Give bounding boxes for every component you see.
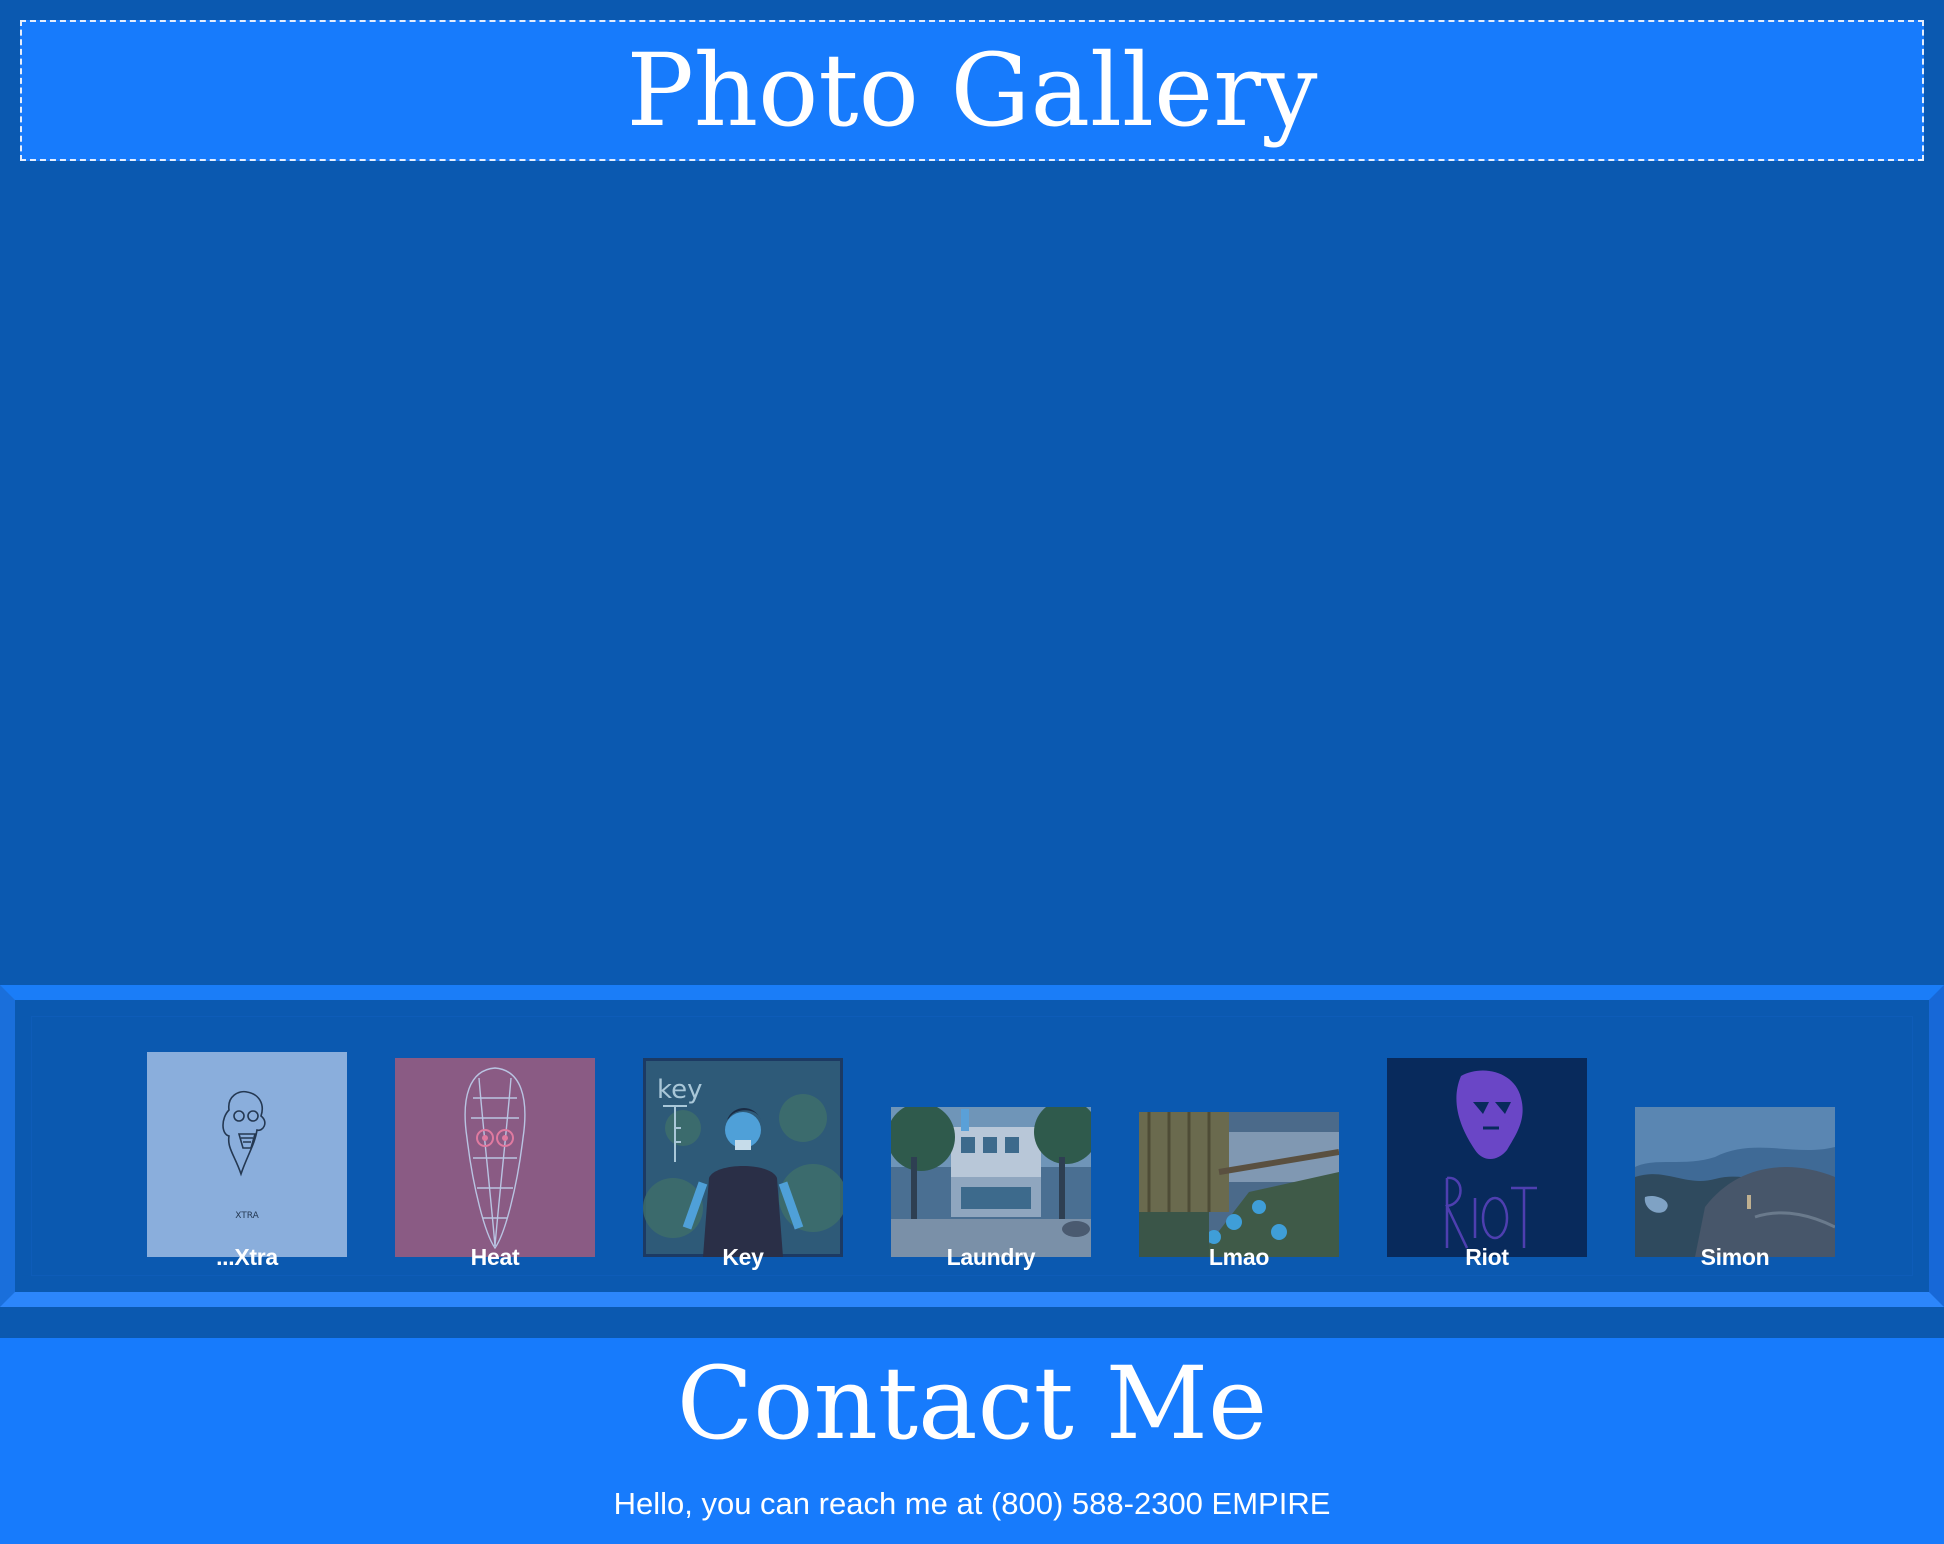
thumbnail-caption: Lmao <box>1208 1244 1270 1270</box>
thumbnail-xtra[interactable]: XTRA ...Xtra <box>147 1035 347 1275</box>
contact-text: Hello, you can reach me at (800) 588-230… <box>613 1486 1331 1521</box>
heat-artwork-thumbnail[interactable] <box>395 1058 595 1257</box>
thumbnail-caption: Laundry <box>946 1244 1036 1270</box>
thumbnail-strip-inner: XTRA ...Xtra Heat key Key Laundry Lmao R… <box>31 1016 1913 1276</box>
key-artwork-thumbnail[interactable]: key <box>643 1058 843 1257</box>
laundry-photo-thumbnail[interactable] <box>891 1107 1091 1257</box>
thumbnail-laundry[interactable]: Laundry <box>891 1035 1091 1275</box>
thumbnail-simon[interactable]: Simon <box>1635 1035 1835 1275</box>
thumbnail-riot[interactable]: Riot <box>1387 1035 1587 1275</box>
riot-artwork-thumbnail[interactable] <box>1387 1058 1587 1257</box>
contact-title: Contact Me <box>676 1345 1268 1462</box>
thumbnail-heat[interactable]: Heat <box>395 1035 595 1275</box>
thumbnail-caption: Heat <box>470 1244 520 1270</box>
thumbnail-key[interactable]: key Key <box>643 1035 843 1275</box>
thumbnail-caption: Key <box>722 1244 764 1270</box>
simon-photo-thumbnail[interactable] <box>1635 1107 1835 1257</box>
photo-viewer <box>0 170 1944 985</box>
gallery-header: Photo Gallery <box>20 20 1924 161</box>
svg-text:key: key <box>657 1075 703 1105</box>
lmao-photo-thumbnail[interactable] <box>1139 1112 1339 1257</box>
contact-section: Contact Me Hello, you can reach me at (8… <box>0 1338 1944 1544</box>
thumbnail-caption: Riot <box>1465 1244 1509 1270</box>
svg-text:XTRA: XTRA <box>235 1211 259 1221</box>
thumbnail-strip: XTRA ...Xtra Heat key Key Laundry Lmao R… <box>0 985 1944 1307</box>
page-title: Photo Gallery <box>626 31 1318 149</box>
xtra-artwork-thumbnail[interactable]: XTRA <box>147 1052 347 1257</box>
thumbnail-caption: Simon <box>1700 1244 1770 1270</box>
thumbnail-lmao[interactable]: Lmao <box>1139 1035 1339 1275</box>
thumbnail-caption: ...Xtra <box>216 1244 278 1270</box>
thumbnail-list: XTRA ...Xtra Heat key Key Laundry Lmao R… <box>147 1035 1835 1275</box>
